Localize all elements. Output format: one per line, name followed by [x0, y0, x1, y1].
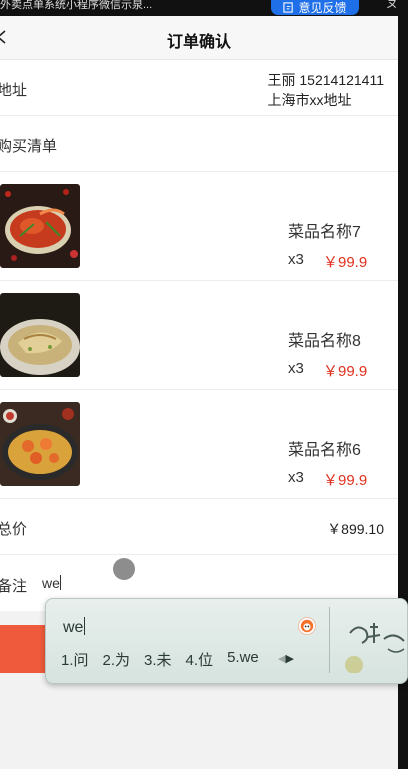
item-quantity: x3	[288, 469, 304, 486]
item-name: 菜品名称8	[288, 333, 361, 350]
ime-candidate[interactable]: 2.为	[103, 649, 131, 670]
total-label: 总价	[0, 521, 28, 538]
item-quantity: x3	[288, 251, 304, 268]
ime-candidate-list: 1.问 2.为 3.未 4.位 5.we	[61, 649, 259, 670]
ime-candidate-window: we 1.问 2.为 3.未 4.位 5.we ◀▶	[45, 598, 408, 684]
address-info: 王丽 15214121411 上海市xx地址	[268, 70, 385, 110]
shopping-list-label: 购买清单	[0, 138, 58, 155]
window-title: 外卖点单系统小程序微信示泉...	[0, 0, 153, 11]
item-price: ￥99.9	[323, 363, 368, 380]
remark-input[interactable]: we	[42, 575, 61, 591]
touch-indicator	[113, 558, 135, 580]
dish-image	[0, 402, 80, 486]
item-price: ￥99.9	[323, 254, 368, 271]
navigation-bar: 订单确认	[0, 16, 398, 60]
ime-logo-icon[interactable]	[298, 617, 316, 635]
item-name: 菜品名称6	[288, 442, 361, 459]
ime-candidate[interactable]: 3.未	[144, 649, 172, 670]
ime-skin-artwork	[345, 623, 405, 673]
ime-composition: we	[63, 619, 84, 636]
pin-icon[interactable]: ㄆ	[386, 0, 398, 9]
window-titlebar: 外卖点单系统小程序微信示泉... 意见反馈 ㄆ	[0, 0, 408, 16]
address-contact: 王丽 15214121411	[267, 72, 385, 88]
shopping-list-header: 购买清单	[0, 116, 398, 172]
ime-divider	[329, 607, 330, 673]
ime-candidate[interactable]: 1.问	[61, 649, 89, 670]
order-item: 菜品名称7 x3 ￥99.9	[0, 172, 398, 281]
order-item: 菜品名称8 x3 ￥99.9	[0, 281, 398, 390]
item-name: 菜品名称7	[288, 224, 361, 241]
order-item: 菜品名称6 x3 ￥99.9	[0, 390, 398, 499]
item-price: ￥99.9	[323, 472, 368, 489]
edit-icon	[283, 2, 294, 13]
address-label: 地址	[0, 82, 28, 99]
page-title: 订单确认	[166, 34, 231, 51]
feedback-label: 意见反馈	[298, 0, 347, 15]
feedback-button[interactable]: 意见反馈	[271, 0, 359, 15]
dish-image	[0, 184, 80, 268]
total-value: ￥899.10	[327, 521, 384, 537]
item-quantity: x3	[288, 360, 304, 377]
ime-candidate[interactable]: 5.we	[227, 649, 259, 670]
remark-label: 备注	[0, 578, 28, 595]
ime-page-arrows[interactable]: ◀▶	[278, 652, 294, 665]
total-row: 总价 ￥899.10	[0, 499, 398, 555]
address-detail: 上海市xx地址	[267, 92, 352, 108]
dish-image	[0, 293, 80, 377]
address-row[interactable]: 地址 王丽 15214121411 上海市xx地址	[0, 60, 398, 116]
ime-candidate[interactable]: 4.位	[186, 649, 214, 670]
